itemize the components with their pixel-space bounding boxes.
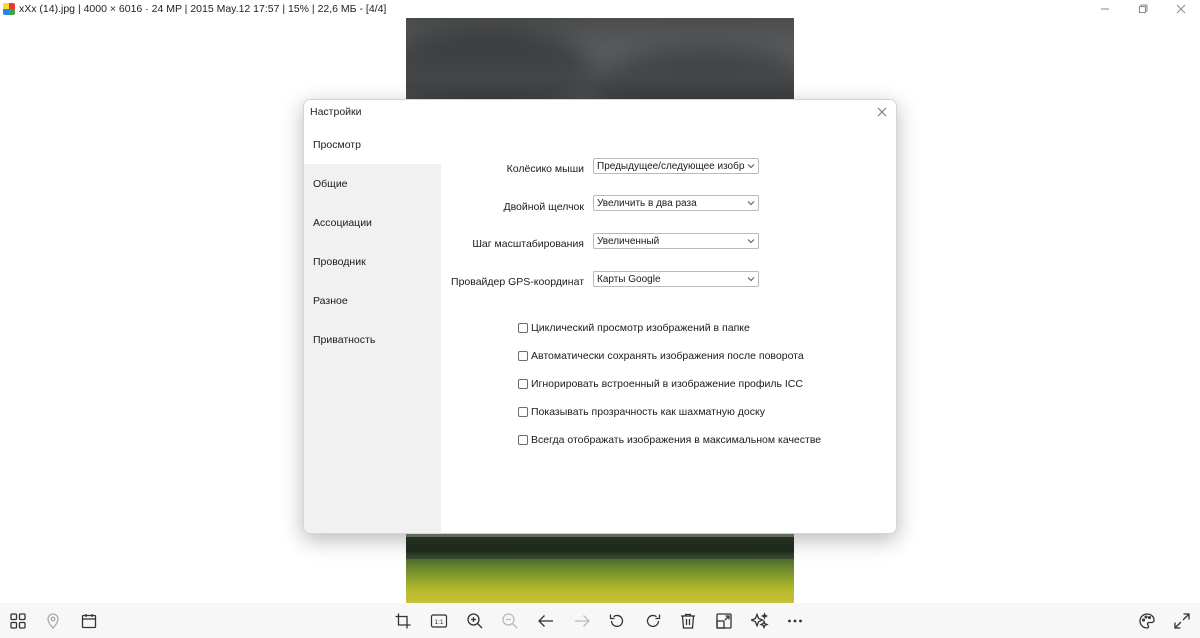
rotate-left-button[interactable] [606,610,628,632]
photo-field [406,559,794,603]
sidebar-background [304,360,441,533]
photo-treeline [406,537,794,559]
dialog-close-button[interactable] [875,105,889,119]
field-label: Шаг масштабирования [472,238,584,250]
checkbox-autosave-rotation[interactable]: Автоматически сохранять изображения посл… [518,350,804,362]
more-button[interactable] [784,610,806,632]
actual-size-label: 1:1 [434,619,443,626]
chevron-down-icon [747,239,755,244]
close-window-button[interactable] [1162,0,1200,18]
location-button[interactable] [42,610,64,632]
close-icon [877,107,887,117]
resize-icon [716,613,732,629]
field-label: Провайдер GPS-координат [451,276,584,288]
checkbox-label: Автоматически сохранять изображения посл… [531,350,804,362]
gps-provider-select[interactable]: Карты Google [593,271,759,287]
double-click-select[interactable]: Увеличить в два раза [593,195,759,211]
crop-button[interactable] [392,610,414,632]
previous-image-button[interactable] [535,610,557,632]
window-controls [1086,0,1200,18]
sidebar-item-privacy[interactable]: Приватность [304,320,441,360]
sidebar-item-label: Проводник [313,256,366,268]
bottom-toolbar: 1:1 [0,603,1200,638]
checkbox-checkerboard[interactable]: Показывать прозрачность как шахматную до… [518,406,765,418]
rotate-right-button[interactable] [642,610,664,632]
arrow-right-icon [575,615,590,627]
fullscreen-icon [1174,613,1190,629]
delete-button[interactable] [677,610,699,632]
enhance-icon [751,612,769,630]
more-icon [788,619,802,623]
checkbox-ignore-icc[interactable]: Игнорировать встроенный в изображение пр… [518,378,803,390]
chevron-down-icon [747,277,755,282]
theme-button[interactable] [1136,610,1158,632]
zoom-in-button[interactable] [464,610,486,632]
title-bar: xXx (14).jpg | 4000 × 6016 · 24 MP | 201… [0,0,1200,18]
checkbox[interactable] [518,435,528,445]
actual-size-button[interactable]: 1:1 [428,610,450,632]
settings-sidebar: Просмотр Общие Ассоциации Проводник Разн… [304,126,441,533]
location-pin-icon [47,613,59,629]
palette-icon [1139,613,1155,629]
checkbox[interactable] [518,351,528,361]
calendar-button[interactable] [78,610,100,632]
mouse-wheel-select[interactable]: Предыдущее/следующее изображение [593,158,759,174]
zoom-in-icon [467,613,483,629]
settings-dialog: Настройки Просмотр Общие Ассоциации Пров… [303,99,897,534]
checkbox[interactable] [518,379,528,389]
zoom-out-icon [502,613,518,629]
next-image-button[interactable] [571,610,593,632]
select-value: Увеличить в два раза [597,197,697,209]
checkbox-loop-folder[interactable]: Циклический просмотр изображений в папке [518,322,750,334]
arrow-left-icon [538,615,553,627]
chevron-down-icon [747,201,755,206]
sidebar-item-label: Приватность [313,334,376,346]
minimize-button[interactable] [1086,0,1124,18]
actual-size-icon: 1:1 [430,614,448,628]
checkbox-label: Игнорировать встроенный в изображение пр… [531,378,803,390]
image-viewer-app: xXx (14).jpg | 4000 × 6016 · 24 MP | 201… [0,0,1200,638]
close-icon [1176,4,1186,14]
checkbox-label: Циклический просмотр изображений в папке [531,322,750,334]
checkbox-label: Показывать прозрачность как шахматную до… [531,406,765,418]
resize-button[interactable] [713,610,735,632]
sidebar-item-view[interactable]: Просмотр [304,126,441,164]
window-title: xXx (14).jpg | 4000 × 6016 · 24 MP | 201… [19,3,387,15]
minimize-icon [1101,8,1109,10]
checkbox[interactable] [518,407,528,417]
sidebar-item-label: Разное [313,295,348,307]
select-value: Карты Google [597,273,661,285]
select-value: Увеличенный [597,235,660,247]
app-logo-icon [3,3,15,15]
zoom-out-button[interactable] [499,610,521,632]
checkbox-label: Всегда отображать изображения в максимал… [531,434,822,446]
select-value: Предыдущее/следующее изображение [597,160,745,172]
sidebar-item-label: Ассоциации [313,217,372,229]
rotate-right-icon [646,614,661,628]
restore-button[interactable] [1124,0,1162,18]
fullscreen-button[interactable] [1171,610,1193,632]
grid-icon [10,613,26,629]
chevron-down-icon [747,164,755,169]
calendar-icon [81,614,97,629]
rotate-left-icon [609,614,624,628]
field-label: Двойной щелчок [503,201,584,213]
restore-icon [1139,4,1148,13]
field-label: Колёсико мыши [506,163,584,175]
thumbnails-button[interactable] [7,610,29,632]
dialog-title: Настройки [310,106,362,118]
sidebar-item-label: Общие [313,178,348,190]
checkbox[interactable] [518,323,528,333]
sidebar-item-label: Просмотр [313,139,361,151]
zoom-step-select[interactable]: Увеличенный [593,233,759,249]
checkbox-max-quality[interactable]: Всегда отображать изображения в максимал… [518,434,821,446]
enhance-button[interactable] [749,610,771,632]
trash-icon [681,613,695,629]
crop-icon [395,613,411,629]
